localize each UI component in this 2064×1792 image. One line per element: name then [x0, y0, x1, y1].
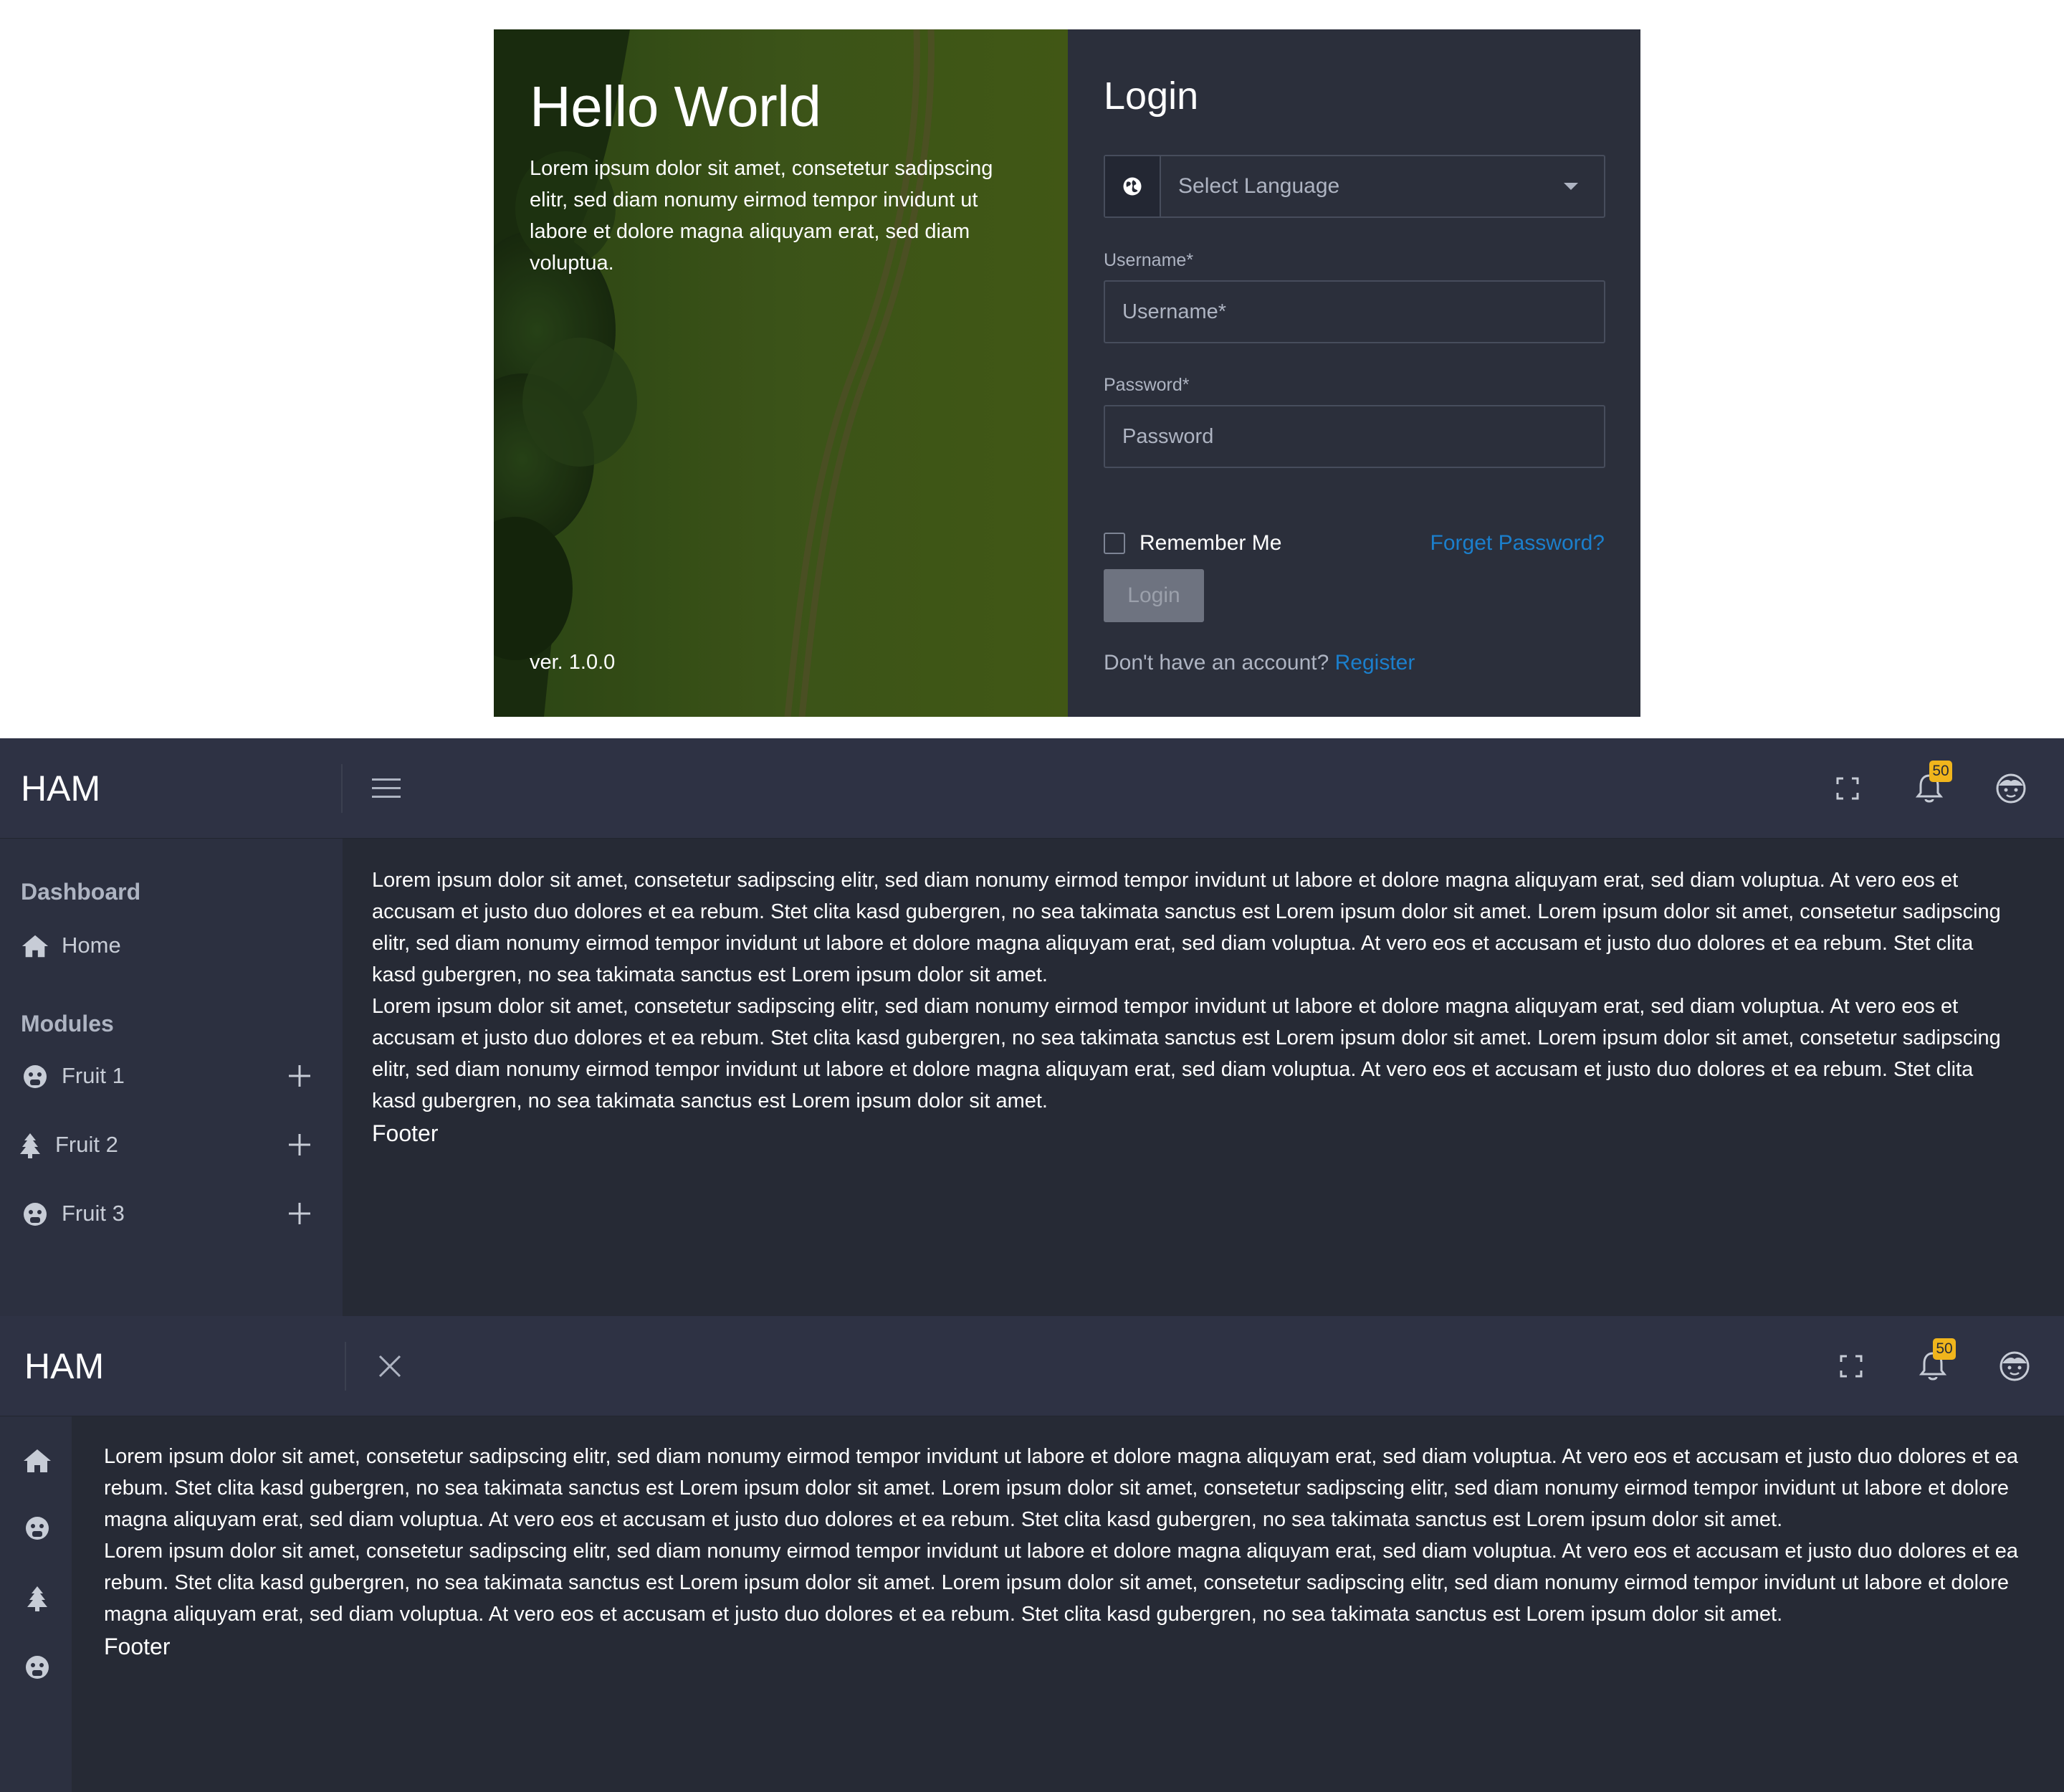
- footer: Footer: [372, 1120, 439, 1146]
- notification-badge: 50: [1929, 761, 1952, 782]
- face-icon: [21, 1200, 49, 1229]
- expand-plus-icon[interactable]: [287, 1063, 312, 1089]
- home-icon[interactable]: [22, 1445, 53, 1477]
- login-hero-image: Hello World Lorem ipsum dolor sit amet, …: [494, 29, 1068, 717]
- globe-icon: [1105, 156, 1161, 216]
- register-prompt-text: Don't have an account?: [1104, 651, 1329, 675]
- sidebar-section-dashboard: Dashboard: [21, 879, 141, 905]
- sidebar-item-label: Fruit 2: [55, 1132, 118, 1157]
- fullscreen-icon[interactable]: [1826, 767, 1869, 810]
- sidebar-item-label: Fruit 3: [62, 1201, 125, 1226]
- content-paragraph: Lorem ipsum dolor sit amet, consetetur s…: [372, 995, 2001, 1112]
- sidebar-section-modules: Modules: [21, 1011, 114, 1036]
- brand-logo[interactable]: HAM: [24, 1316, 104, 1416]
- topbar: HAM 50: [0, 1316, 2064, 1416]
- sidebar-item-fruit-1[interactable]: Fruit 1: [0, 1051, 343, 1101]
- remember-me-label[interactable]: Remember Me: [1140, 531, 1281, 556]
- footer: Footer: [104, 1634, 171, 1659]
- content-paragraph: Lorem ipsum dolor sit amet, consetetur s…: [372, 869, 2001, 986]
- content-paragraph: Lorem ipsum dolor sit amet, consetetur s…: [104, 1445, 2019, 1531]
- topbar-divider: [345, 1342, 346, 1391]
- content-paragraph: Lorem ipsum dolor sit amet, consetetur s…: [104, 1540, 2019, 1626]
- language-select-value: Select Language: [1178, 174, 1340, 198]
- hero-title: Hello World: [530, 75, 821, 138]
- face-icon[interactable]: [22, 1652, 53, 1683]
- version-label: ver. 1.0.0: [530, 651, 616, 674]
- username-input[interactable]: [1104, 280, 1605, 343]
- notification-bell[interactable]: 50: [1908, 761, 1952, 810]
- register-prompt: Don't have an account? Register: [1104, 651, 1415, 675]
- face-icon: [21, 1062, 49, 1091]
- forgot-password-link[interactable]: Forget Password?: [1430, 531, 1605, 556]
- notification-badge: 50: [1933, 1338, 1956, 1360]
- user-avatar-icon[interactable]: [1993, 1345, 2036, 1388]
- face-icon[interactable]: [22, 1512, 53, 1544]
- login-form-panel: Login Select Language Username* Password…: [1068, 29, 1640, 717]
- sidebar-item-label: Home: [62, 933, 121, 958]
- main-content: Lorem ipsum dolor sit amet, consetetur s…: [104, 1441, 2046, 1663]
- expand-plus-icon[interactable]: [287, 1201, 312, 1226]
- username-label: Username*: [1104, 250, 1194, 270]
- dashboard-collapsed: HAM 50 Lorem ipsum dolor sit amet, conse…: [0, 1316, 2064, 1792]
- sidebar-item-home[interactable]: Home: [0, 920, 343, 971]
- collapsed-sidebar: [0, 1416, 72, 1792]
- register-link[interactable]: Register: [1335, 651, 1415, 675]
- topbar: HAM 50: [0, 738, 2064, 839]
- fullscreen-icon[interactable]: [1830, 1345, 1873, 1388]
- sidebar-item-label: Fruit 1: [62, 1063, 125, 1088]
- user-avatar-icon[interactable]: [1989, 767, 2032, 810]
- dashboard-expanded: HAM 50 Dashboard Home Modules Fruit 1 Fr…: [0, 738, 2064, 1316]
- password-input[interactable]: [1104, 405, 1605, 468]
- sidebar: Dashboard Home Modules Fruit 1 Fruit 2 F…: [0, 839, 343, 1316]
- remember-me-checkbox[interactable]: [1104, 533, 1125, 554]
- chevron-down-icon: [1564, 183, 1578, 190]
- remember-me-row[interactable]: Remember Me: [1104, 531, 1281, 556]
- home-icon: [21, 932, 49, 961]
- topbar-divider: [341, 764, 343, 813]
- login-card: Hello World Lorem ipsum dolor sit amet, …: [494, 29, 1640, 717]
- sidebar-item-fruit-2[interactable]: Fruit 2: [0, 1120, 343, 1170]
- tree-icon[interactable]: [22, 1583, 53, 1614]
- hamburger-icon[interactable]: [365, 767, 408, 810]
- password-label: Password*: [1104, 375, 1190, 395]
- expand-plus-icon[interactable]: [287, 1132, 312, 1158]
- login-title: Login: [1104, 75, 1199, 118]
- brand-logo[interactable]: HAM: [21, 738, 100, 839]
- hero-description: Lorem ipsum dolor sit amet, consetetur s…: [530, 157, 993, 275]
- login-button[interactable]: Login: [1104, 569, 1204, 622]
- notification-bell[interactable]: 50: [1911, 1338, 1956, 1388]
- close-icon[interactable]: [368, 1345, 411, 1388]
- tree-icon: [16, 1131, 44, 1160]
- sidebar-item-fruit-3[interactable]: Fruit 3: [0, 1188, 343, 1239]
- main-content: Lorem ipsum dolor sit amet, consetetur s…: [372, 864, 2020, 1150]
- language-select[interactable]: Select Language: [1104, 155, 1605, 218]
